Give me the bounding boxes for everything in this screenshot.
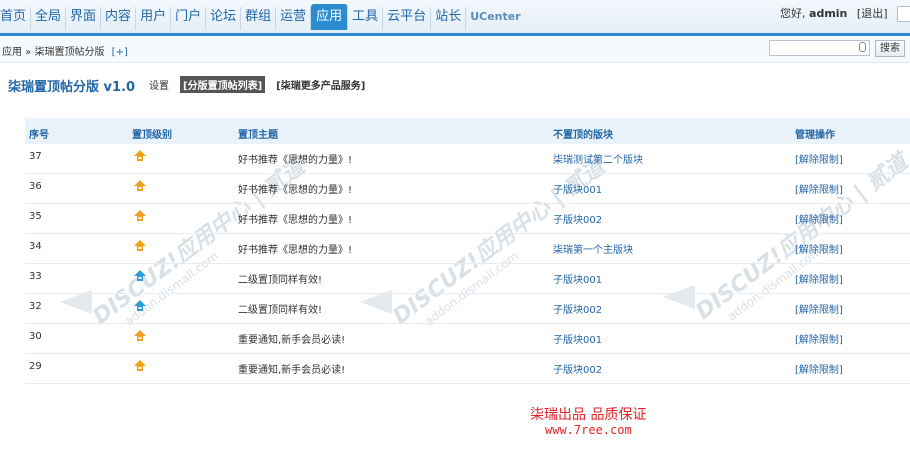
row-id: 29 bbox=[29, 361, 42, 372]
pin-level-icon bbox=[134, 240, 146, 251]
row-id: 32 bbox=[29, 301, 42, 312]
row-subject[interactable]: 重要通知,新手会员必读! bbox=[238, 361, 345, 376]
table-row: 36 好书推荐《思想的力量》! 子版块001 [解除限制] bbox=[25, 174, 910, 204]
row-forum[interactable]: 子版块002 bbox=[553, 211, 602, 226]
unrestrict-link[interactable]: [解除限制] bbox=[795, 241, 843, 256]
unrestrict-link[interactable]: [解除限制] bbox=[795, 271, 843, 286]
unrestrict-link[interactable]: [解除限制] bbox=[795, 361, 843, 376]
pin-level-icon bbox=[134, 330, 146, 341]
row-subject[interactable]: 好书推荐《思想的力量》! bbox=[238, 211, 352, 226]
row-subject[interactable]: 重要通知,新手会员必读! bbox=[238, 331, 345, 346]
table-row: 30 重要通知,新手会员必读! 子版块001 [解除限制] bbox=[25, 324, 910, 354]
breadcrumb-path: 应用 » 柒瑞置顶帖分版 bbox=[2, 47, 105, 58]
tab-more-products[interactable]: [柒瑞更多产品服务] bbox=[273, 76, 368, 93]
table-row: 33 二级置顶同样有效! 子版块001 [解除限制] bbox=[25, 264, 910, 294]
nav-item-9[interactable]: 应用 bbox=[311, 4, 349, 30]
nav-item-4[interactable]: 用户 bbox=[136, 7, 172, 30]
nav-item-12[interactable]: 站长 bbox=[431, 7, 467, 30]
plugin-title: 柒瑞置顶帖分版 v1.0 bbox=[8, 80, 136, 95]
top-nav-bar: 首页 全局 界面 内容 用户 门户 论坛 群组 运营 应用 工具 云平台 站长 UCenter 您好, a… bbox=[0, 0, 910, 36]
sticky-thread-table: 序号 置顶级别 置顶主题 不置顶的版块 管理操作 37 好书推荐《思想的力量》! 柒… bbox=[25, 118, 910, 384]
tab-settings[interactable]: 设置 bbox=[146, 76, 172, 93]
nav-item-3[interactable]: 内容 bbox=[101, 7, 137, 30]
table-header: 序号 置顶级别 置顶主题 不置顶的版块 管理操作 bbox=[25, 118, 910, 144]
pin-level-icon bbox=[134, 360, 146, 371]
promo-text: 柒瑞出品 品质保证 bbox=[530, 407, 647, 423]
header-level: 置顶级别 bbox=[132, 130, 172, 141]
row-forum[interactable]: 子版块001 bbox=[553, 181, 602, 196]
row-id: 33 bbox=[29, 271, 42, 282]
row-forum[interactable]: 子版块002 bbox=[553, 301, 602, 316]
header-subject: 置顶主题 bbox=[238, 130, 278, 141]
row-subject[interactable]: 二级置顶同样有效! bbox=[238, 271, 322, 286]
nav-item-8[interactable]: 运营 bbox=[276, 7, 312, 30]
nav-item-7[interactable]: 群组 bbox=[241, 7, 277, 30]
header-actions: 管理操作 bbox=[795, 130, 835, 141]
row-forum[interactable]: 柒瑞第一个主版块 bbox=[553, 241, 633, 256]
header-id: 序号 bbox=[29, 130, 49, 141]
row-id: 36 bbox=[29, 181, 42, 192]
nav-item-13[interactable]: UCenter bbox=[466, 7, 524, 30]
unrestrict-link[interactable]: [解除限制] bbox=[795, 301, 843, 316]
unrestrict-link[interactable]: [解除限制] bbox=[795, 211, 843, 226]
row-subject[interactable]: 二级置顶同样有效! bbox=[238, 301, 322, 316]
search-input[interactable] bbox=[769, 40, 870, 56]
table-row: 34 好书推荐《思想的力量》! 柒瑞第一个主版块 [解除限制] bbox=[25, 234, 910, 264]
table-row: 32 二级置顶同样有效! 子版块002 [解除限制] bbox=[25, 294, 910, 324]
clipped-element bbox=[897, 6, 910, 22]
table-row: 29 重要通知,新手会员必读! 子版块002 [解除限制] bbox=[25, 354, 910, 384]
row-subject[interactable]: 好书推荐《思想的力量》! bbox=[238, 181, 352, 196]
header-forum: 不置顶的版块 bbox=[553, 130, 613, 141]
nav-item-1[interactable]: 全局 bbox=[31, 7, 67, 30]
row-id: 30 bbox=[29, 331, 42, 342]
unrestrict-link[interactable]: [解除限制] bbox=[795, 331, 843, 346]
nav-item-6[interactable]: 论坛 bbox=[206, 7, 242, 30]
nav-item-0[interactable]: 首页 bbox=[0, 7, 32, 30]
pin-level-icon bbox=[134, 270, 146, 281]
row-forum[interactable]: 子版块002 bbox=[553, 361, 602, 376]
promo-url[interactable]: www.7ree.com bbox=[545, 423, 632, 437]
row-forum[interactable]: 子版块001 bbox=[553, 331, 602, 346]
tab-sticky-list[interactable]: [分版置顶帖列表] bbox=[180, 76, 266, 93]
unrestrict-link[interactable]: [解除限制] bbox=[795, 181, 843, 196]
main-menu: 首页 全局 界面 内容 用户 门户 论坛 群组 运营 应用 工具 云平台 站长 UCenter bbox=[0, 4, 525, 30]
search-button[interactable]: 搜索 bbox=[875, 40, 905, 57]
row-forum[interactable]: 柒瑞测试第二个版块 bbox=[553, 151, 643, 166]
row-id: 34 bbox=[29, 241, 42, 252]
pin-level-icon bbox=[134, 300, 146, 311]
row-forum[interactable]: 子版块001 bbox=[553, 271, 602, 286]
row-subject[interactable]: 好书推荐《思想的力量》! bbox=[238, 241, 352, 256]
greeting-text: 您好, bbox=[780, 7, 806, 20]
nav-item-5[interactable]: 门户 bbox=[171, 7, 207, 30]
add-shortcut-button[interactable]: [+] bbox=[112, 47, 128, 58]
nav-item-11[interactable]: 云平台 bbox=[383, 7, 432, 30]
microphone-icon[interactable] bbox=[859, 42, 866, 52]
pin-level-icon bbox=[134, 180, 146, 191]
nav-item-2[interactable]: 界面 bbox=[66, 7, 102, 30]
row-id: 37 bbox=[29, 151, 42, 162]
user-bar: 您好, admin [退出] bbox=[780, 5, 910, 22]
plugin-tabs: 设置 [分版置顶帖列表] [柒瑞更多产品服务] bbox=[146, 76, 376, 93]
row-subject[interactable]: 好书推荐《思想的力量》! bbox=[238, 151, 352, 166]
breadcrumb: 应用 » 柒瑞置顶帖分版 [+] bbox=[2, 43, 128, 58]
username: admin bbox=[809, 7, 848, 20]
unrestrict-link[interactable]: [解除限制] bbox=[795, 151, 843, 166]
table-row: 37 好书推荐《思想的力量》! 柒瑞测试第二个版块 [解除限制] bbox=[25, 144, 910, 174]
table-body: 37 好书推荐《思想的力量》! 柒瑞测试第二个版块 [解除限制] 36 好书推荐《思想的力… bbox=[25, 144, 910, 384]
pin-level-icon bbox=[134, 210, 146, 221]
nav-item-10[interactable]: 工具 bbox=[348, 7, 384, 30]
row-id: 35 bbox=[29, 211, 42, 222]
table-row: 35 好书推荐《思想的力量》! 子版块002 [解除限制] bbox=[25, 204, 910, 234]
logout-link[interactable]: [退出] bbox=[857, 7, 888, 20]
pin-level-icon bbox=[134, 150, 146, 161]
